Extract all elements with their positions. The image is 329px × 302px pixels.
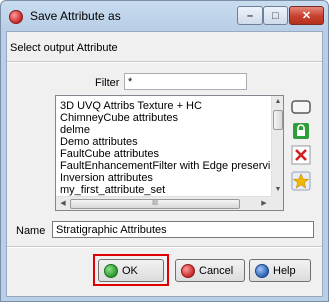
check-icon xyxy=(104,263,118,278)
close-button[interactable]: ✕ xyxy=(289,6,324,25)
filter-label: Filter xyxy=(95,77,120,89)
list-item[interactable]: ChimneyCube attributes xyxy=(60,112,270,124)
app-icon xyxy=(9,10,23,24)
attribute-list[interactable]: 3D UVQ Attribs Texture + HC ChimneyCube a… xyxy=(55,95,284,211)
save-attribute-dialog: Save Attribute as – □ ✕ Select output At… xyxy=(0,0,329,302)
list-item[interactable]: FaultEnhancementFilter with Edge preserv… xyxy=(60,160,270,172)
list-item[interactable]: FaultCube attributes xyxy=(60,148,270,160)
attribute-list-items: 3D UVQ Attribs Texture + HC ChimneyCube a… xyxy=(60,100,270,196)
cancel-icon xyxy=(181,263,195,278)
blank-page-icon xyxy=(291,100,311,114)
list-item[interactable]: 3D UVQ Attribs Texture + HC xyxy=(60,100,270,112)
list-horizontal-scrollbar[interactable]: ◀ III ▶ xyxy=(56,196,271,210)
horizontal-scroll-thumb[interactable]: III xyxy=(70,199,240,209)
name-input[interactable] xyxy=(52,221,314,238)
vertical-scroll-thumb[interactable] xyxy=(273,110,283,130)
ok-button[interactable]: OK xyxy=(98,259,164,282)
lock-button[interactable] xyxy=(290,120,312,142)
cancel-button[interactable]: Cancel xyxy=(175,259,245,282)
help-icon xyxy=(255,263,269,278)
maximize-button[interactable]: □ xyxy=(263,6,288,25)
separator xyxy=(7,61,322,63)
favorite-button[interactable] xyxy=(290,170,312,192)
cancel-label: Cancel xyxy=(199,264,234,277)
title-bar[interactable]: Save Attribute as – □ ✕ xyxy=(1,1,328,31)
scroll-right-icon[interactable]: ▶ xyxy=(258,198,270,210)
star-icon xyxy=(291,171,311,191)
select-output-label: Select output Attribute xyxy=(10,42,118,54)
list-item[interactable]: my_first_attribute_set xyxy=(60,184,270,196)
window-title: Save Attribute as xyxy=(30,9,121,23)
blank-button[interactable] xyxy=(290,96,312,118)
name-label: Name xyxy=(16,225,46,237)
remove-button[interactable] xyxy=(290,144,312,166)
minimize-button[interactable]: – xyxy=(237,6,263,25)
scroll-up-icon[interactable]: ▲ xyxy=(272,96,283,108)
scroll-down-icon[interactable]: ▼ xyxy=(272,184,283,196)
scroll-left-icon[interactable]: ◀ xyxy=(57,198,69,210)
separator xyxy=(7,246,322,248)
lock-icon xyxy=(293,123,309,139)
list-item[interactable]: delme xyxy=(60,124,270,136)
list-item[interactable]: Inversion attributes xyxy=(60,172,270,184)
list-item[interactable]: Demo attributes xyxy=(60,136,270,148)
help-label: Help xyxy=(273,264,296,277)
filter-input[interactable] xyxy=(124,73,247,90)
ok-label: OK xyxy=(122,264,138,277)
list-vertical-scrollbar[interactable]: ▲ ▼ xyxy=(271,96,283,196)
help-button[interactable]: Help xyxy=(249,259,311,282)
dialog-body: Select output Attribute Filter 3D UVQ At… xyxy=(6,31,323,297)
delete-x-icon xyxy=(291,145,311,165)
scrollbar-corner xyxy=(271,196,283,210)
